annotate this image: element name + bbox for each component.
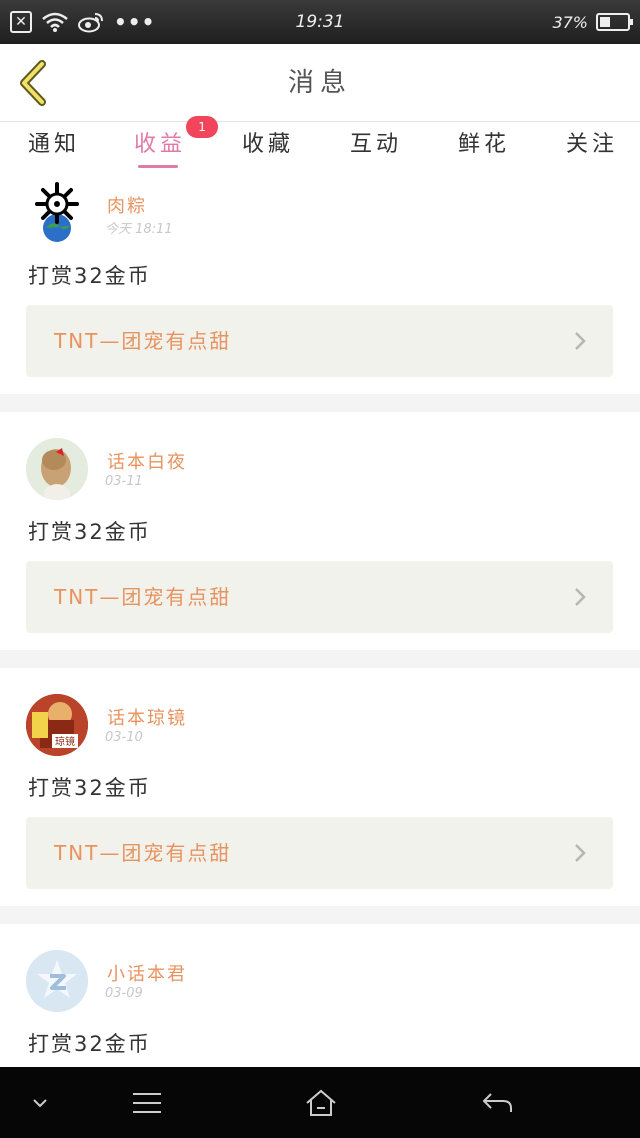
avatar[interactable] bbox=[26, 438, 88, 500]
home-button[interactable] bbox=[296, 1067, 346, 1138]
system-nav-bar bbox=[0, 1067, 640, 1138]
message-card: 话本白夜 03-11 打赏32金币 TNT—团宠有点甜 bbox=[0, 412, 640, 650]
tab-bar: 通知 收益 1 收藏 互动 鲜花 关注 bbox=[0, 116, 640, 174]
battery-level bbox=[600, 17, 610, 27]
tab-label: 鲜花 bbox=[458, 132, 511, 157]
tab-label: 收益 bbox=[134, 132, 187, 157]
book-title: TNT—团宠有点甜 bbox=[54, 585, 232, 609]
message-time: 03-09 bbox=[105, 986, 143, 1001]
tab-label: 收藏 bbox=[242, 132, 295, 157]
header: 消息 bbox=[0, 44, 640, 122]
avatar-label: 琼镜 bbox=[55, 735, 75, 748]
avatar[interactable] bbox=[26, 182, 88, 244]
sender-name[interactable]: 话本白夜 bbox=[107, 448, 187, 474]
tab-notifications[interactable]: 通知 bbox=[28, 122, 80, 174]
avatar[interactable]: 琼镜 bbox=[26, 694, 88, 756]
reward-text: 打赏32金币 bbox=[28, 776, 151, 800]
sender-name[interactable]: 肉粽 bbox=[107, 192, 147, 218]
clock: 19:31 bbox=[295, 12, 345, 32]
menu-button[interactable] bbox=[122, 1067, 172, 1138]
unread-badge: 1 bbox=[186, 116, 219, 138]
tab-label: 互动 bbox=[350, 132, 403, 157]
avatar[interactable] bbox=[26, 950, 88, 1012]
tab-label: 关注 bbox=[566, 132, 619, 157]
message-card: 琼镜 话本琼镜 03-10 打赏32金币 TNT—团宠有点甜 bbox=[0, 668, 640, 906]
book-link[interactable]: TNT—团宠有点甜 bbox=[26, 817, 613, 889]
book-link[interactable]: TNT—团宠有点甜 bbox=[26, 305, 613, 377]
home-icon bbox=[306, 1089, 336, 1116]
tab-label: 通知 bbox=[28, 132, 81, 157]
hide-nav-button[interactable] bbox=[20, 1067, 60, 1138]
chevron-down-icon bbox=[33, 1098, 47, 1107]
reward-text: 打赏32金币 bbox=[28, 520, 151, 544]
message-time: 03-11 bbox=[105, 474, 143, 489]
tab-following[interactable]: 关注 bbox=[566, 122, 618, 174]
default-avatar-icon bbox=[26, 950, 88, 1012]
avatar-image bbox=[35, 182, 79, 242]
book-title: TNT—团宠有点甜 bbox=[54, 841, 232, 865]
reward-text: 打赏32金币 bbox=[28, 264, 151, 288]
menu-icon bbox=[133, 1092, 161, 1113]
active-tab-indicator bbox=[138, 165, 179, 168]
back-button[interactable] bbox=[472, 1067, 522, 1138]
avatar-image: 琼镜 bbox=[26, 694, 88, 756]
reward-text: 打赏32金币 bbox=[28, 1032, 151, 1056]
status-bar: ✕ ••• 19:31 37% bbox=[0, 0, 640, 44]
sender-name[interactable]: 话本琼镜 bbox=[107, 704, 187, 730]
tab-earnings[interactable]: 收益 1 bbox=[134, 116, 219, 174]
status-right: 37% bbox=[552, 0, 633, 44]
battery-percent: 37% bbox=[552, 12, 588, 32]
book-title: TNT—团宠有点甜 bbox=[54, 329, 232, 353]
chevron-right-icon bbox=[575, 588, 586, 606]
book-link[interactable]: TNT—团宠有点甜 bbox=[26, 561, 613, 633]
sender-name[interactable]: 小话本君 bbox=[107, 960, 187, 986]
tab-interactions[interactable]: 互动 bbox=[350, 122, 402, 174]
avatar-image bbox=[26, 438, 88, 500]
back-icon bbox=[482, 1092, 512, 1112]
chevron-right-icon bbox=[575, 844, 586, 862]
battery-icon bbox=[596, 13, 633, 31]
page-title: 消息 bbox=[287, 68, 352, 98]
tab-favorites[interactable]: 收藏 bbox=[242, 122, 294, 174]
message-card: 肉粽 今天 18:11 打赏32金币 TNT—团宠有点甜 bbox=[0, 174, 640, 394]
tab-flowers[interactable]: 鲜花 bbox=[458, 122, 510, 174]
message-time: 03-10 bbox=[105, 730, 143, 745]
message-card: 小话本君 03-09 打赏32金币 bbox=[0, 924, 640, 1067]
message-time: 今天 18:11 bbox=[105, 222, 173, 237]
chevron-right-icon bbox=[575, 332, 586, 350]
